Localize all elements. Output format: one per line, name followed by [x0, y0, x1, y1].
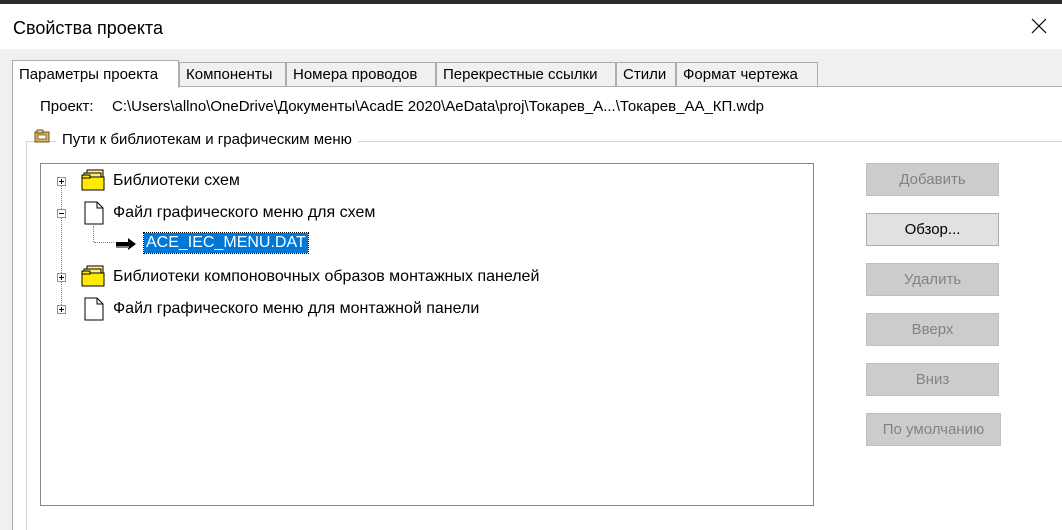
add-button[interactable]: Добавить	[866, 163, 999, 196]
tree-item-panel-footprint-libraries[interactable]: Библиотеки компоновочных образов монтажн…	[41, 265, 801, 289]
expand-plus-icon[interactable]	[57, 273, 66, 282]
tab-wire-numbers[interactable]: Номера проводов	[286, 62, 436, 86]
library-paths-title: Пути к библиотекам и графическим меню	[56, 131, 358, 148]
library-tree[interactable]: Библиотеки схем Файл графического меню д…	[40, 163, 814, 506]
tab-cross-references[interactable]: Перекрестные ссылки	[436, 62, 616, 86]
tab-styles[interactable]: Стили	[616, 62, 676, 86]
document-icon	[84, 201, 104, 230]
arrow-right-icon	[115, 237, 137, 256]
tab-project-settings[interactable]: Параметры проекта	[12, 60, 179, 88]
delete-button[interactable]: Удалить	[866, 263, 999, 296]
close-button[interactable]	[1016, 4, 1062, 49]
tree-item-panel-menu-file[interactable]: Файл графического меню для монтажной пан…	[41, 297, 801, 321]
title-bar: Свойства проекта	[0, 4, 1062, 49]
default-button[interactable]: По умолчанию	[866, 413, 1001, 446]
browse-button[interactable]: Обзор...	[866, 213, 999, 246]
expand-plus-icon[interactable]	[57, 177, 66, 186]
tree-item-label: Файл графического меню для схем	[113, 204, 376, 221]
tree-item-schematic-libraries[interactable]: Библиотеки схем	[41, 169, 801, 193]
tree-item-label: Библиотеки компоновочных образов монтажн…	[113, 268, 540, 285]
collapse-minus-icon[interactable]	[57, 209, 66, 218]
expand-plus-icon[interactable]	[57, 305, 66, 314]
tree-item-label: Библиотеки схем	[113, 172, 240, 189]
close-icon	[1031, 18, 1047, 34]
move-down-button[interactable]: Вниз	[866, 363, 999, 396]
tab-components[interactable]: Компоненты	[179, 62, 286, 86]
folder-stack-icon	[81, 265, 107, 292]
tree-item-schematic-menu-file[interactable]: Файл графического меню для схем	[41, 201, 801, 225]
tab-drawing-format[interactable]: Формат чертежа	[676, 62, 818, 86]
move-up-button[interactable]: Вверх	[866, 313, 999, 346]
window-title: Свойства проекта	[13, 18, 163, 38]
folder-stack-icon	[81, 169, 107, 196]
library-paths-icon	[34, 129, 50, 143]
tree-item-label: ACE_IEC_MENU.DAT	[143, 232, 309, 254]
tree-item-ace-iec-menu[interactable]: ACE_IEC_MENU.DAT	[41, 232, 801, 256]
project-label: Проект:	[40, 98, 94, 115]
tree-item-label: Файл графического меню для монтажной пан…	[113, 300, 480, 317]
document-icon	[84, 297, 104, 326]
project-path: C:\Users\allno\OneDrive\Документы\AcadE …	[112, 98, 765, 115]
